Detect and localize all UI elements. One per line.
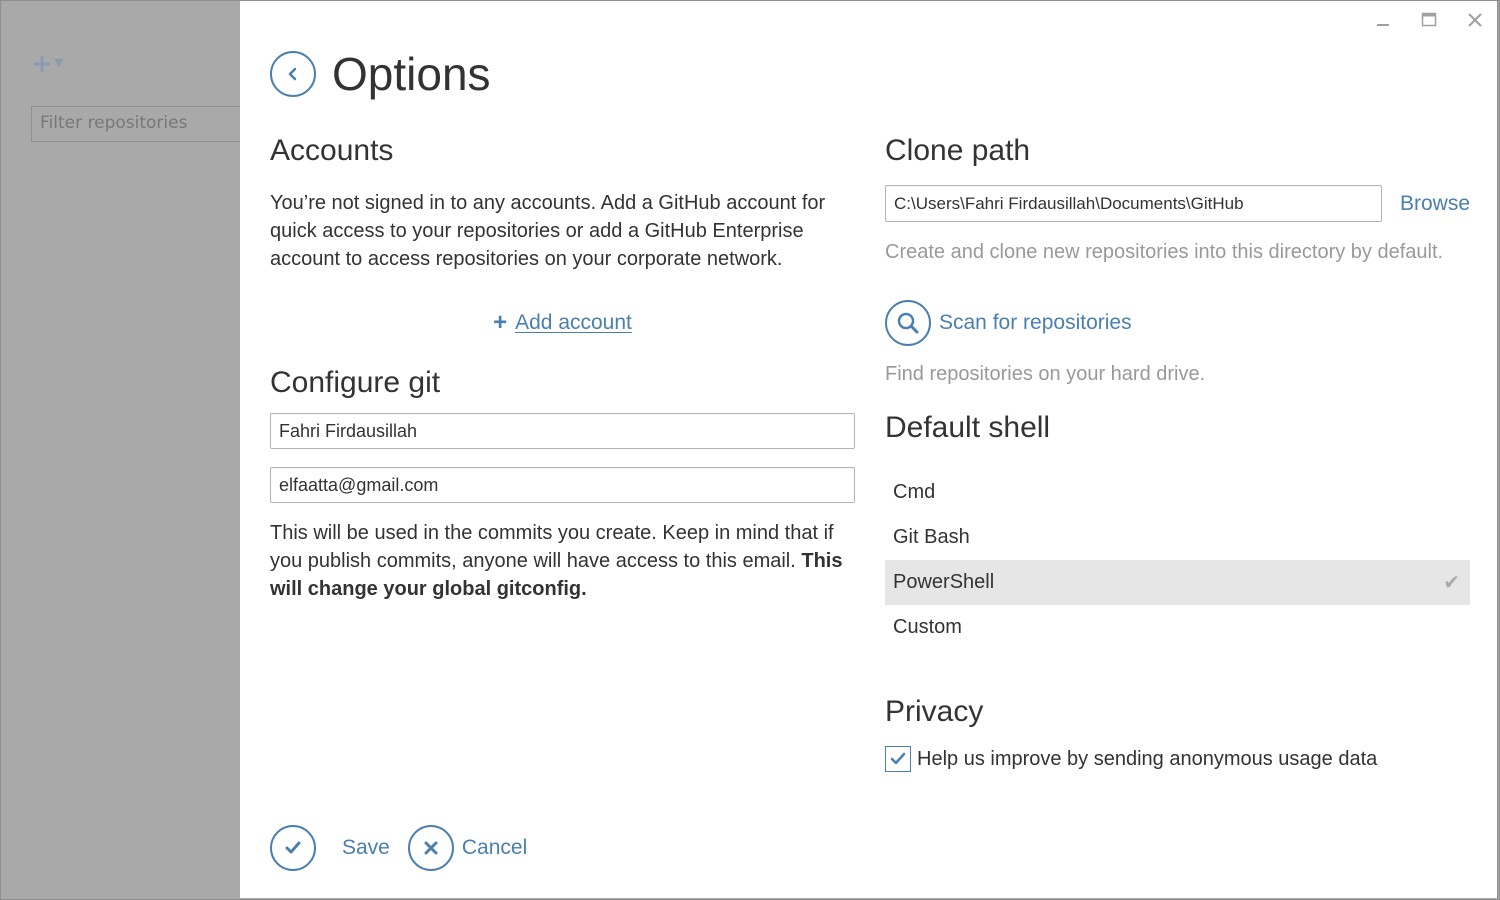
shell-option-custom[interactable]: Custom	[885, 605, 1470, 650]
usage-data-row: Help us improve by sending anonymous usa…	[885, 746, 1470, 772]
scan-repositories-button[interactable]: Scan for repositories	[885, 300, 1470, 346]
usage-data-label[interactable]: Help us improve by sending anonymous usa…	[917, 748, 1377, 771]
minimize-icon	[1377, 24, 1389, 26]
git-name-field[interactable]	[270, 413, 855, 449]
add-account-label: Add account	[515, 311, 632, 334]
checkmark-icon: ✔	[1443, 572, 1460, 594]
shell-option-powershell[interactable]: PowerShell ✔	[885, 560, 1470, 605]
scan-description: Find repositories on your hard drive.	[885, 363, 1206, 385]
scan-label: Scan for repositories	[939, 311, 1132, 334]
clone-path-description: Create and clone new repositories into t…	[885, 241, 1444, 263]
usage-data-checkbox[interactable]	[885, 746, 911, 772]
header: Options	[270, 49, 491, 99]
plus-icon: +	[493, 309, 508, 336]
left-column: Accounts You’re not signed in to any acc…	[270, 131, 855, 603]
clone-path-heading: Clone path	[885, 134, 1031, 167]
save-button[interactable]: Save	[342, 836, 390, 860]
right-column: Clone path Browse Create and clone new r…	[885, 131, 1470, 772]
shell-option-cmd[interactable]: Cmd	[885, 470, 1470, 515]
checkmark-icon	[285, 841, 301, 854]
back-button[interactable]	[270, 51, 316, 97]
maximize-icon	[1421, 12, 1437, 27]
close-icon	[424, 841, 438, 855]
clone-path-row: Browse	[885, 185, 1470, 222]
save-circle-button[interactable]	[270, 825, 316, 871]
configure-git-note-text: This will be used in the commits you cre…	[270, 522, 834, 572]
git-email-field[interactable]	[270, 467, 855, 503]
add-repository-button[interactable]: + ▼	[31, 49, 63, 84]
default-shell-heading: Default shell	[885, 411, 1051, 444]
options-panel: Options Accounts You’re not signed in to…	[240, 1, 1498, 898]
minimize-button[interactable]	[1371, 7, 1395, 33]
close-icon	[1468, 13, 1482, 27]
checkmark-icon	[890, 752, 906, 765]
browse-button[interactable]: Browse	[1400, 192, 1470, 216]
shell-option-label: Custom	[893, 616, 962, 638]
cancel-button[interactable]: Cancel	[462, 836, 527, 860]
chevron-left-icon	[288, 67, 297, 81]
shell-option-label: PowerShell	[893, 571, 995, 593]
filter-repositories-input[interactable]: Filter repositories	[31, 106, 271, 142]
shell-option-label: Git Bash	[893, 526, 970, 548]
filter-placeholder: Filter repositories	[40, 113, 188, 133]
cancel-circle-button[interactable]	[407, 825, 454, 871]
maximize-button[interactable]	[1417, 7, 1441, 33]
accounts-heading: Accounts	[270, 134, 394, 167]
search-icon	[897, 312, 919, 334]
privacy-heading: Privacy	[885, 695, 984, 728]
close-button[interactable]	[1463, 7, 1487, 33]
scan-button-circle	[885, 300, 931, 346]
shell-list: Cmd Git Bash PowerShell ✔ Custom	[885, 470, 1470, 650]
configure-git-heading: Configure git	[270, 366, 441, 399]
shell-option-label: Cmd	[893, 481, 936, 503]
page-title: Options	[332, 48, 491, 100]
accounts-description: You’re not signed in to any accounts. Ad…	[270, 192, 826, 270]
configure-git-note: This will be used in the commits you cre…	[270, 519, 855, 603]
add-account-link[interactable]: + Add account	[270, 311, 855, 335]
plus-icon: +	[31, 49, 53, 79]
footer-actions: Save Cancel	[270, 825, 527, 871]
window-controls	[1371, 7, 1487, 33]
caret-down-icon: ▼	[54, 56, 64, 69]
clone-path-field[interactable]	[885, 185, 1382, 222]
shell-option-git-bash[interactable]: Git Bash	[885, 515, 1470, 560]
